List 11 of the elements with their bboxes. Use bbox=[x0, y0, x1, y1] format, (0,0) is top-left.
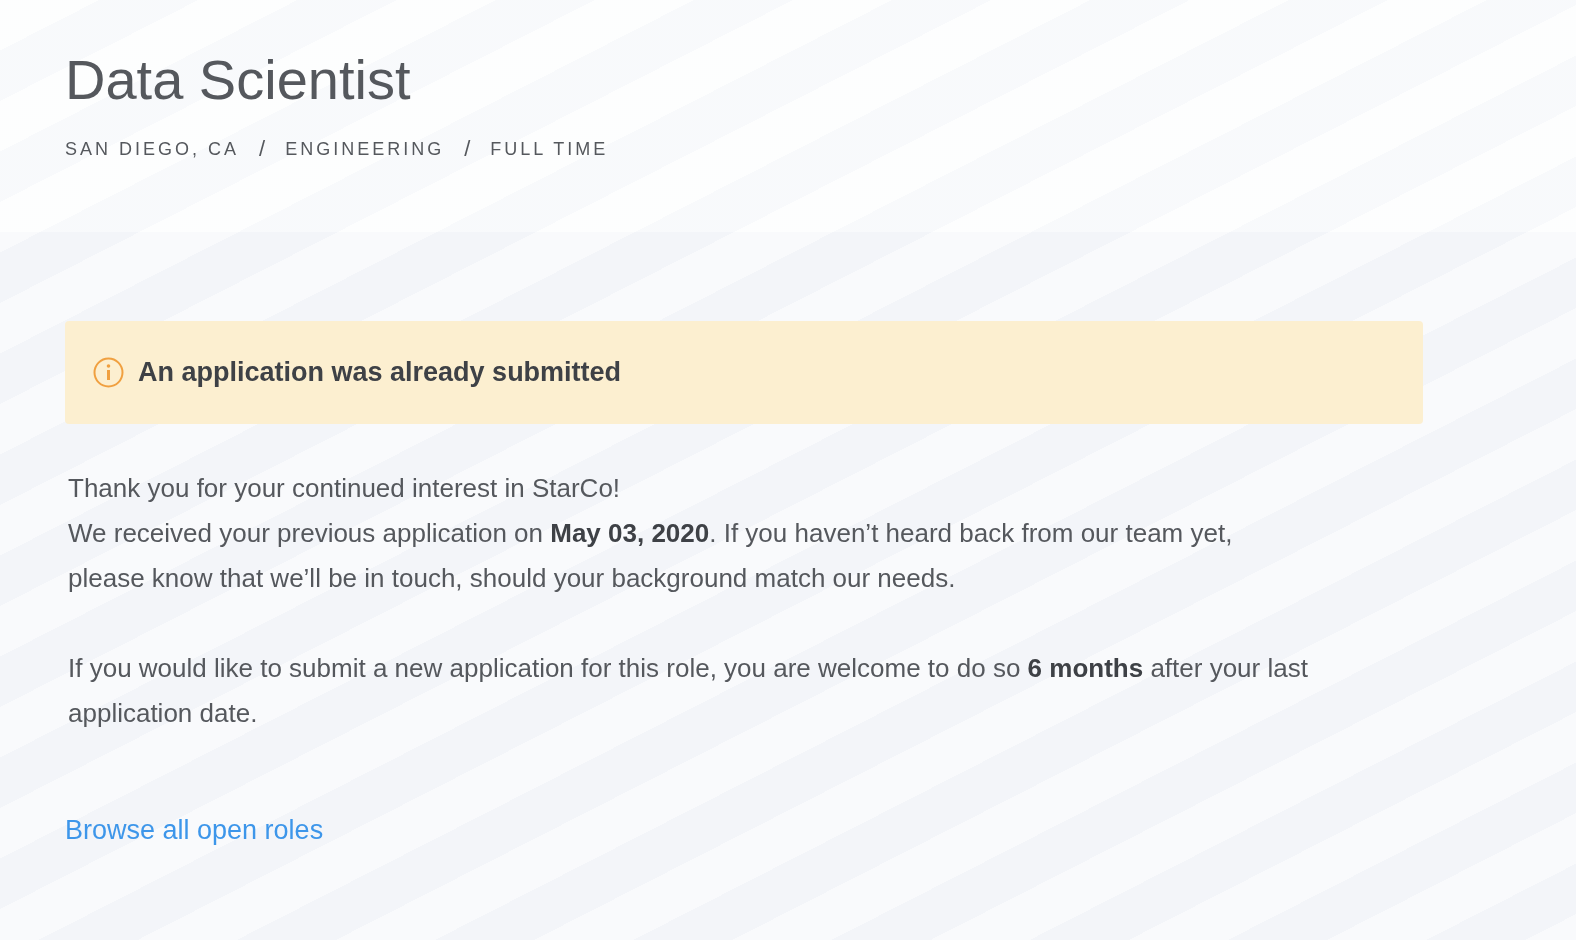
alert-title: An application was already submitted bbox=[138, 357, 622, 388]
job-meta-label: ENGINEERING bbox=[285, 138, 445, 160]
job-meta-label: FULL TIME bbox=[490, 138, 609, 160]
info-icon bbox=[93, 357, 124, 388]
message-paragraph: Thank you for your continued interest in StarCo! We received your previous application on May 03, 2020. If you haven’t heard back from our team yet, please know that we’ll be in touch, should your background match our needs. bbox=[68, 472, 1233, 595]
browse-roles-link[interactable]: Browse all open roles bbox=[65, 815, 324, 846]
meta-separator: / bbox=[259, 136, 266, 162]
job-meta-label: SAN DIEGO, CA bbox=[65, 138, 240, 160]
message-paragraph: If you would like to submit a new application for this role, you are welcome to do so 6 months after your last application date. bbox=[68, 652, 1308, 730]
job-title: Data Scientist bbox=[65, 47, 412, 113]
meta-separator: / bbox=[464, 136, 471, 162]
